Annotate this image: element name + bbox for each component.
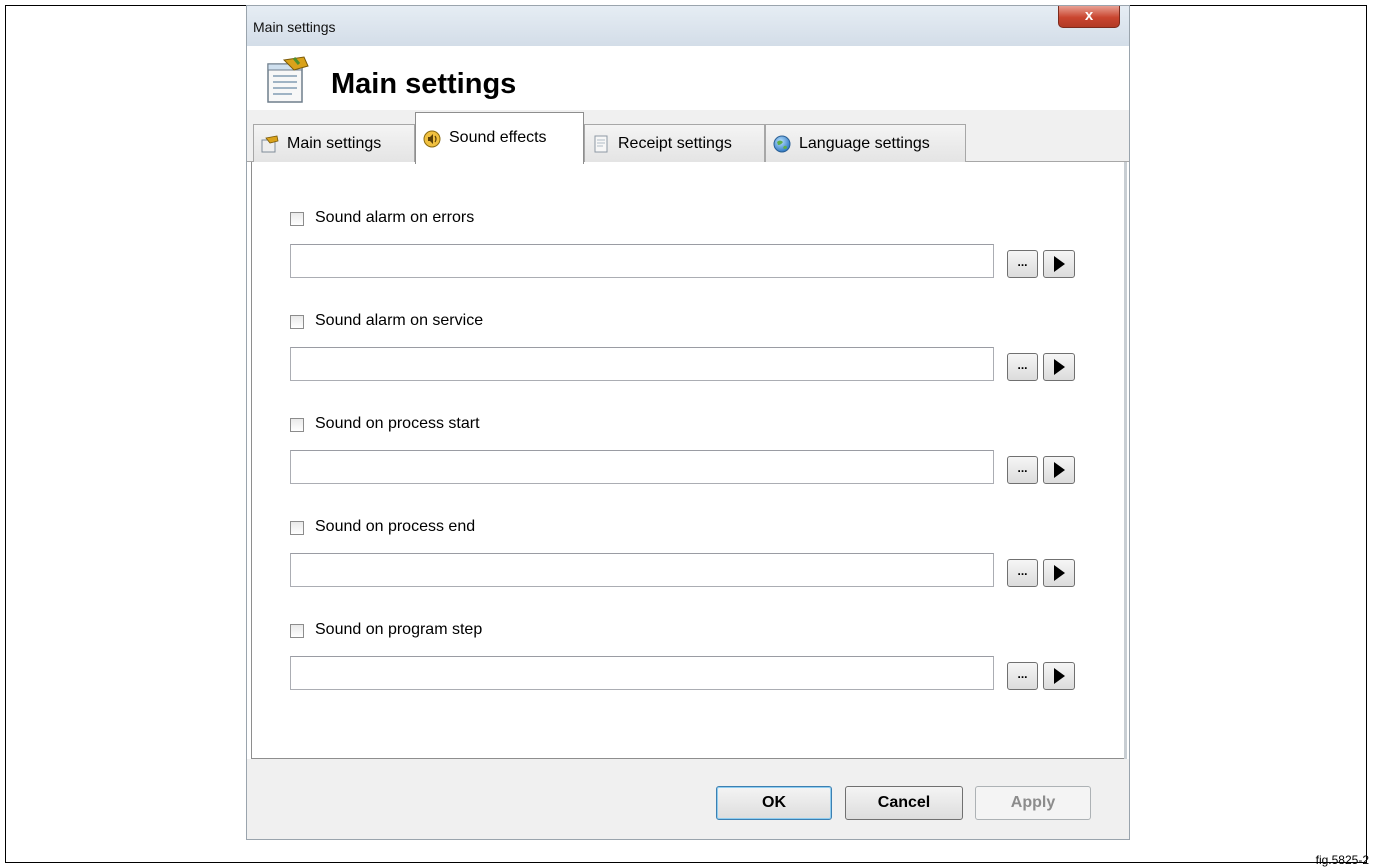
option-label: Sound on program step <box>315 621 483 638</box>
browse-button[interactable]: ... <box>1007 662 1038 690</box>
sound-process-start-path-input[interactable] <box>290 450 994 484</box>
ok-button[interactable]: OK <box>716 786 832 820</box>
settings-icon <box>261 135 279 152</box>
play-button[interactable] <box>1043 456 1075 484</box>
play-button[interactable] <box>1043 559 1075 587</box>
speaker-icon <box>423 130 441 148</box>
play-icon <box>1054 462 1065 478</box>
sound-process-end-checkbox[interactable] <box>290 521 304 535</box>
sound-alarm-errors-checkbox[interactable] <box>290 212 304 226</box>
page-title: Main settings <box>331 68 517 100</box>
option-label: Sound alarm on errors <box>315 209 475 226</box>
tab-sound-effects[interactable]: Sound effects <box>415 112 584 164</box>
play-icon <box>1054 256 1065 272</box>
sound-process-end-path-input[interactable] <box>290 553 994 587</box>
cancel-button[interactable]: Cancel <box>845 786 963 820</box>
sound-alarm-service-checkbox[interactable] <box>290 315 304 329</box>
tab-main-settings[interactable]: Main settings <box>253 124 415 162</box>
option-label: Sound on process start <box>315 415 480 432</box>
sound-alarm-errors-path-input[interactable] <box>290 244 994 278</box>
close-icon: x <box>1084 7 1094 24</box>
sound-alarm-service-path-input[interactable] <box>290 347 994 381</box>
tab-label: Sound effects <box>449 129 547 146</box>
main-settings-dialog: Main settings x Main settings Main setti… <box>246 5 1130 840</box>
dialog-header: Main settings <box>247 46 1129 110</box>
play-button[interactable] <box>1043 250 1075 278</box>
play-button[interactable] <box>1043 662 1075 690</box>
tab-label: Language settings <box>799 134 930 152</box>
sound-program-step-path-input[interactable] <box>290 656 994 690</box>
receipt-icon <box>594 135 608 152</box>
option-label: Sound alarm on service <box>315 312 484 329</box>
figure-label: fig.5825-2 <box>1315 853 1369 867</box>
sound-process-start-checkbox[interactable] <box>290 418 304 432</box>
globe-icon <box>773 135 791 152</box>
play-button[interactable] <box>1043 353 1075 381</box>
browse-button[interactable]: ... <box>1007 353 1038 381</box>
play-icon <box>1054 359 1065 375</box>
tab-label: Main settings <box>287 134 382 152</box>
option-label: Sound on process end <box>315 518 476 535</box>
close-button[interactable]: x <box>1058 6 1120 28</box>
settings-document-icon <box>267 56 309 103</box>
panel-edge <box>1124 162 1127 759</box>
browse-button[interactable]: ... <box>1007 559 1038 587</box>
browse-button[interactable]: ... <box>1007 456 1038 484</box>
sound-program-step-checkbox[interactable] <box>290 624 304 638</box>
apply-button[interactable]: Apply <box>975 786 1091 820</box>
browse-button[interactable]: ... <box>1007 250 1038 278</box>
title-bar[interactable]: Main settings x <box>247 6 1129 46</box>
window-title: Main settings <box>253 19 336 35</box>
tab-language-settings[interactable]: Language settings <box>765 124 966 162</box>
play-icon <box>1054 565 1065 581</box>
tab-receipt-settings[interactable]: Receipt settings <box>584 124 765 162</box>
play-icon <box>1054 668 1065 684</box>
background-window-ghost <box>427 12 430 24</box>
sound-effects-panel: Sound alarm on errors ... Sound alarm on… <box>251 162 1125 759</box>
tab-label: Receipt settings <box>618 134 732 152</box>
dialog-footer: OK Cancel Apply <box>247 759 1129 839</box>
